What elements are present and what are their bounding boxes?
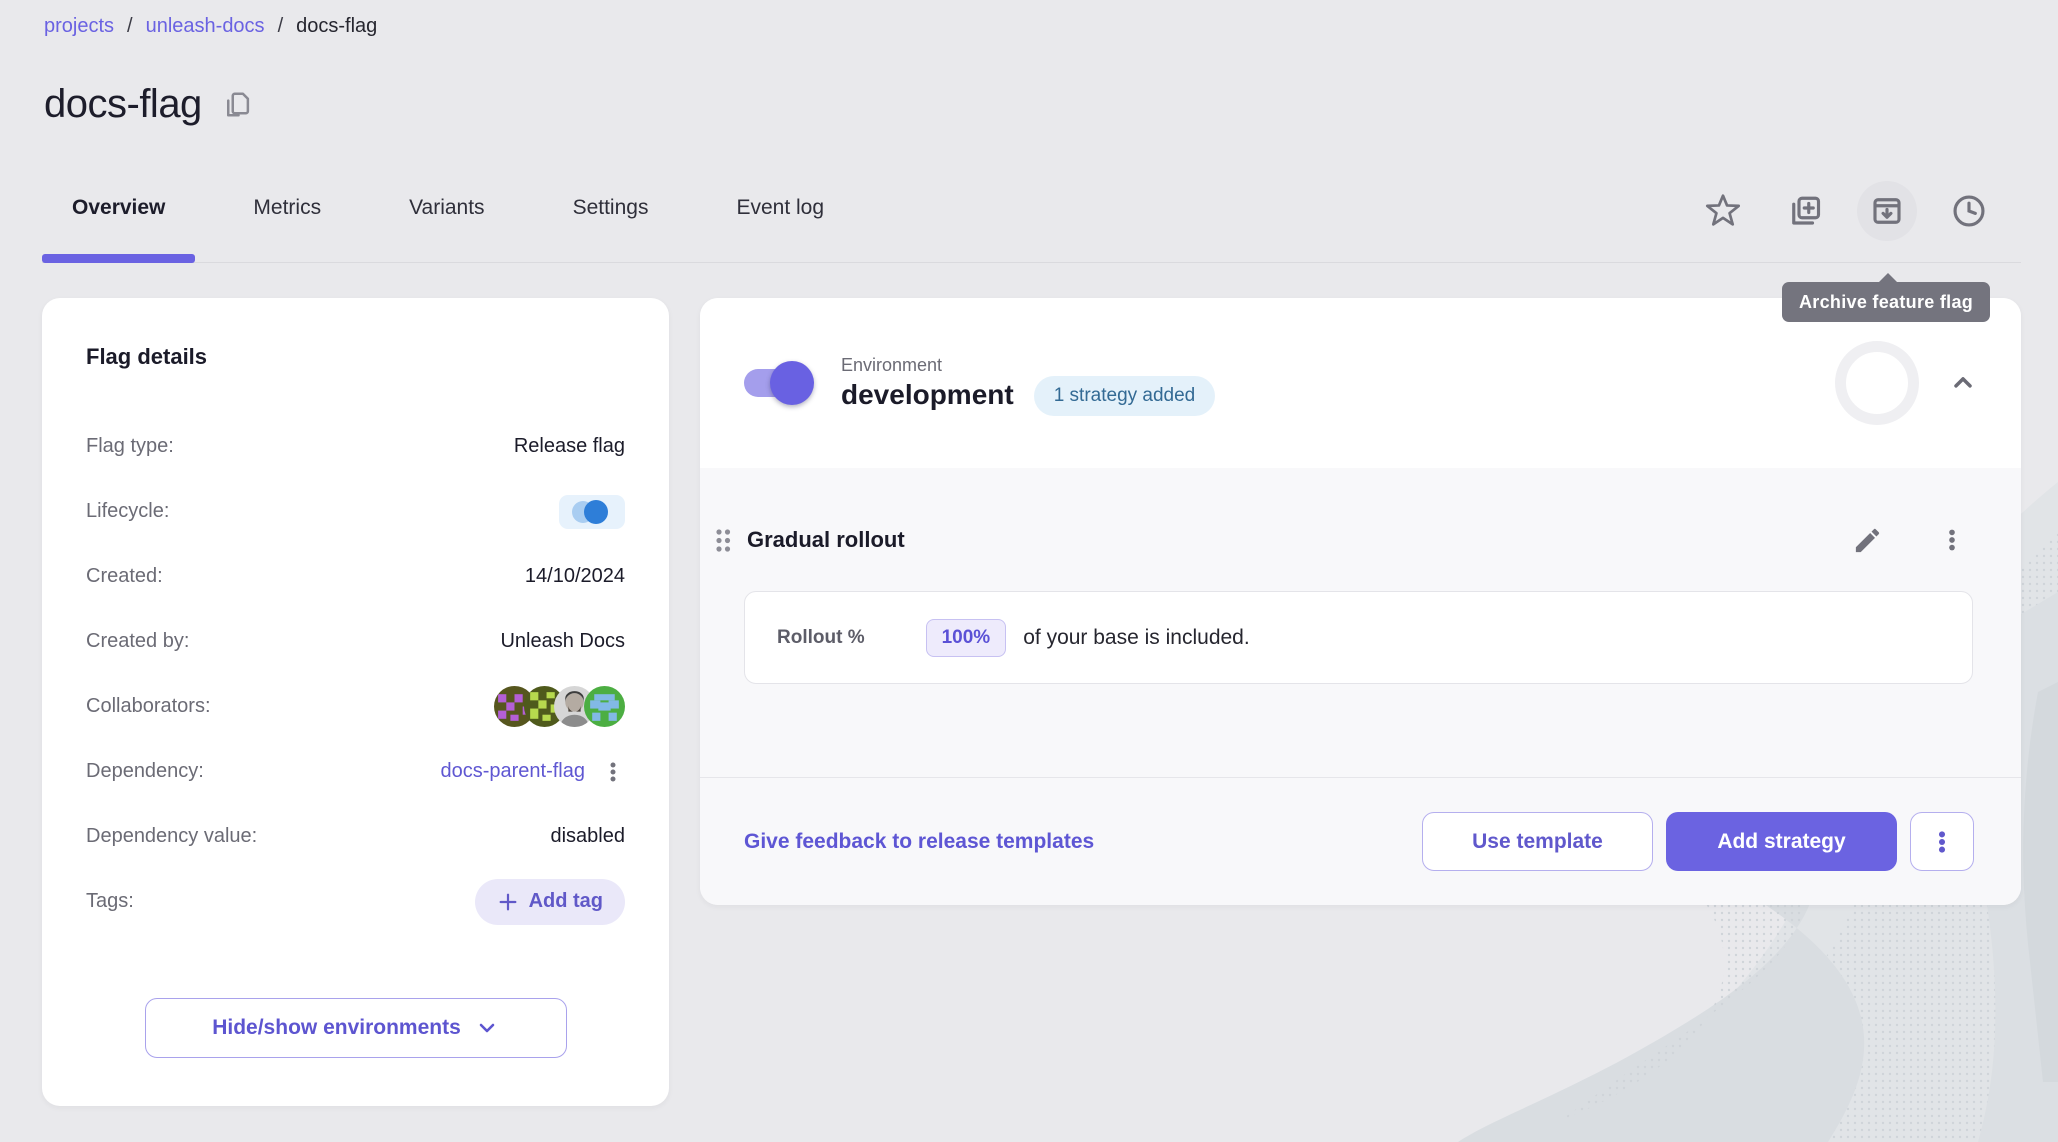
plus-icon xyxy=(497,891,519,913)
flag-details-card: Flag details Flag type: Release flag Lif… xyxy=(42,298,669,1106)
copy-flag-button[interactable] xyxy=(1775,181,1835,241)
rollout-label: Rollout % xyxy=(777,627,865,649)
flag-type-value: Release flag xyxy=(514,435,625,458)
collaborator-avatar xyxy=(584,686,625,727)
collaborators-label: Collaborators: xyxy=(86,695,211,718)
copy-plus-icon xyxy=(1787,193,1823,229)
environment-more-actions-button[interactable] xyxy=(1910,812,1974,871)
strategy-menu-button[interactable] xyxy=(1939,527,1965,553)
tab-settings[interactable]: Settings xyxy=(543,196,679,220)
tags-row: Tags: Add tag xyxy=(86,869,625,934)
add-strategy-button[interactable]: Add strategy xyxy=(1666,812,1897,871)
environment-header: Environment development 1 strategy added xyxy=(700,298,2021,468)
tab-variants[interactable]: Variants xyxy=(379,196,514,220)
tab-overview[interactable]: Overview xyxy=(42,196,195,220)
breadcrumb-project-name[interactable]: unleash-docs xyxy=(146,15,265,38)
lifecycle-row: Lifecycle: xyxy=(86,479,625,544)
environment-toggle[interactable] xyxy=(744,369,808,397)
created-value: 14/10/2024 xyxy=(525,565,625,588)
archive-flag-button[interactable] xyxy=(1857,181,1917,241)
environment-text: Environment development xyxy=(841,355,1014,411)
created-by-label: Created by: xyxy=(86,630,189,653)
rollout-percentage-chip: 100% xyxy=(926,619,1007,657)
rollout-description: of your base is included. xyxy=(1023,626,1249,650)
kebab-menu-icon xyxy=(601,760,625,784)
copy-name-button[interactable] xyxy=(222,90,252,120)
created-label: Created: xyxy=(86,565,163,588)
created-by-row: Created by: Unleash Docs xyxy=(86,609,625,674)
lifecycle-stage-icon xyxy=(584,500,608,524)
copy-icon xyxy=(222,90,252,120)
strategy-count-badge: 1 strategy added xyxy=(1034,376,1216,416)
favorite-button[interactable] xyxy=(1693,181,1753,241)
breadcrumb-separator: / xyxy=(127,15,133,38)
environment-card: Environment development 1 strategy added… xyxy=(700,298,2021,905)
hide-show-label: Hide/show environments xyxy=(212,1016,461,1040)
kebab-menu-icon xyxy=(1939,527,1965,553)
toggle-thumb xyxy=(770,361,814,405)
environment-name: development xyxy=(841,379,1014,411)
strategy-header: Gradual rollout xyxy=(700,522,2021,558)
add-tag-button[interactable]: Add tag xyxy=(475,879,625,925)
dependency-value-row: Dependency value: disabled xyxy=(86,804,625,869)
pencil-icon xyxy=(1852,525,1883,556)
dependency-value-value: disabled xyxy=(550,825,625,848)
chevron-up-icon xyxy=(1949,369,1977,397)
star-icon xyxy=(1705,193,1741,229)
breadcrumb-separator: / xyxy=(278,15,284,38)
strategy-title: Gradual rollout xyxy=(747,527,905,553)
metrics-ring xyxy=(1835,341,1919,425)
strategy-drag-handle[interactable] xyxy=(714,527,733,554)
environment-label: Environment xyxy=(841,355,1014,376)
flag-type-row: Flag type: Release flag xyxy=(86,414,625,479)
archive-icon xyxy=(1869,193,1905,229)
tags-label: Tags: xyxy=(86,890,134,913)
footer-buttons: Use template Add strategy xyxy=(1422,812,1974,871)
breadcrumb: projects / unleash-docs / docs-flag xyxy=(44,15,377,38)
add-tag-label: Add tag xyxy=(529,890,603,913)
collapse-environment-button[interactable] xyxy=(1949,369,1977,397)
flag-details-heading: Flag details xyxy=(86,344,625,370)
drag-dots-icon xyxy=(714,527,733,554)
tabs-divider xyxy=(42,262,2021,263)
collaborator-avatars xyxy=(494,686,625,727)
release-templates-feedback-link[interactable]: Give feedback to release templates xyxy=(744,830,1094,854)
tab-event-log[interactable]: Event log xyxy=(706,196,854,220)
kebab-menu-icon xyxy=(1929,829,1955,855)
flag-type-label: Flag type: xyxy=(86,435,174,458)
archive-tooltip: Archive feature flag xyxy=(1782,282,1990,322)
lifecycle-label: Lifecycle: xyxy=(86,500,169,523)
chevron-down-icon xyxy=(475,1016,499,1040)
lifecycle-stage-badge[interactable] xyxy=(559,495,625,529)
flag-actions-toolbar xyxy=(1693,181,1999,241)
dependency-row: Dependency: docs-parent-flag xyxy=(86,739,625,804)
breadcrumb-current: docs-flag xyxy=(296,15,377,38)
created-row: Created: 14/10/2024 xyxy=(86,544,625,609)
tab-bar: Overview Metrics Variants Settings Event… xyxy=(42,196,854,220)
environment-footer: Give feedback to release templates Use t… xyxy=(700,777,2021,905)
dependency-label: Dependency: xyxy=(86,760,204,783)
rollout-summary: Rollout % 100% of your base is included. xyxy=(744,591,1973,684)
history-button[interactable] xyxy=(1939,181,1999,241)
tab-metrics[interactable]: Metrics xyxy=(223,196,351,220)
hide-show-environments-button[interactable]: Hide/show environments xyxy=(145,998,567,1058)
dependency-value-label: Dependency value: xyxy=(86,825,257,848)
tooltip-text: Archive feature flag xyxy=(1799,292,1973,313)
page-title-row: docs-flag xyxy=(44,82,252,127)
clock-icon xyxy=(1951,193,1987,229)
use-template-button[interactable]: Use template xyxy=(1422,812,1653,871)
collaborators-row: Collaborators: xyxy=(86,674,625,739)
dependency-link[interactable]: docs-parent-flag xyxy=(440,760,585,783)
breadcrumb-projects[interactable]: projects xyxy=(44,15,114,38)
page-title: docs-flag xyxy=(44,82,202,127)
edit-strategy-button[interactable] xyxy=(1852,525,1883,556)
created-by-value: Unleash Docs xyxy=(500,630,625,653)
dependency-menu-button[interactable] xyxy=(601,760,625,784)
